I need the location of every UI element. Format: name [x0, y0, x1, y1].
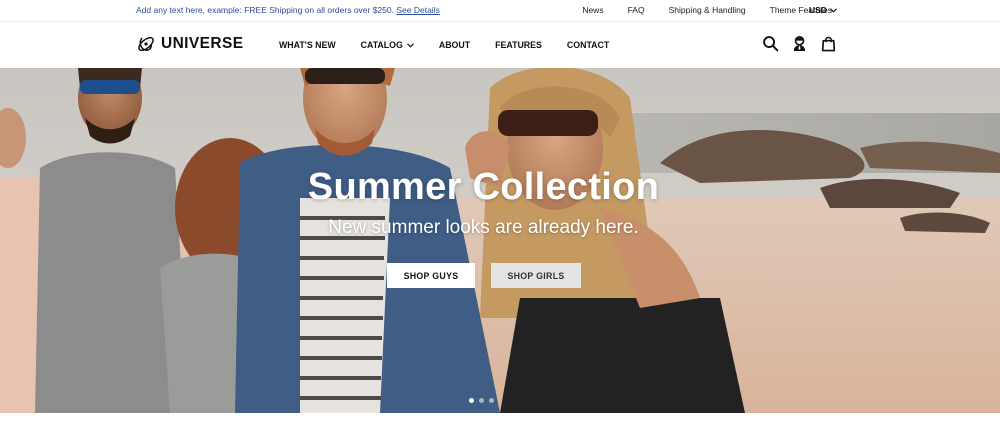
chevron-down-icon	[830, 7, 837, 13]
logo-text: UNIVERSE	[161, 35, 244, 52]
faq-link[interactable]: FAQ	[628, 5, 645, 15]
hero-title: Summer Collection	[307, 166, 660, 208]
shipping-handling-link[interactable]: Shipping & Handling	[669, 5, 746, 15]
shop-guys-button[interactable]: SHOP GUYS	[387, 263, 475, 288]
announcement-bar: Add any text here, example: FREE Shippin…	[0, 0, 1000, 22]
promo-message: Add any text here, example: FREE Shippin…	[136, 5, 440, 15]
hero-buttons: SHOP GUYS SHOP GIRLS	[387, 263, 581, 288]
currency-label: USD	[809, 5, 827, 15]
nav-catalog[interactable]: CATALOG	[361, 40, 414, 50]
chevron-down-icon	[406, 42, 414, 48]
slider-pagination	[469, 398, 494, 403]
promo-text: Add any text here, example: FREE Shippin…	[136, 5, 394, 15]
account-icon[interactable]	[791, 35, 808, 52]
news-link[interactable]: News	[582, 5, 603, 15]
hero-photo	[0, 68, 1000, 413]
nav-about-label: ABOUT	[438, 40, 471, 50]
main-nav: WHAT'S NEW CATALOG ABOUT FEATURES CONTAC…	[279, 40, 609, 50]
nav-contact-label: CONTACT	[566, 40, 610, 50]
hero-content: Summer Collection New summer looks are a…	[0, 166, 967, 239]
nav-contact[interactable]: CONTACT	[567, 40, 609, 50]
currency-selector[interactable]: USD	[809, 5, 837, 15]
nav-whats-new-label: WHAT'S NEW	[279, 40, 336, 50]
see-details-link[interactable]: See Details	[396, 5, 439, 15]
logo-mark-icon	[138, 36, 154, 52]
nav-features[interactable]: FEATURES	[495, 40, 542, 50]
slide-dot-2[interactable]	[479, 398, 484, 403]
header-icons	[762, 35, 837, 52]
shop-girls-button[interactable]: SHOP GIRLS	[491, 263, 581, 288]
slide-dot-1[interactable]	[469, 398, 474, 403]
search-icon[interactable]	[762, 35, 779, 52]
hero-subtitle: New summer looks are already here.	[328, 217, 639, 238]
site-header: UNIVERSE WHAT'S NEW CATALOG ABOUT FEATUR…	[0, 22, 1000, 68]
nav-whats-new[interactable]: WHAT'S NEW	[279, 40, 336, 50]
utility-links: News FAQ Shipping & Handling Theme Featu…	[582, 5, 832, 15]
slide-dot-3[interactable]	[489, 398, 494, 403]
logo[interactable]: UNIVERSE	[136, 34, 243, 54]
nav-catalog-label: CATALOG	[360, 40, 403, 50]
hero-banner[interactable]: Summer Collection New summer looks are a…	[0, 68, 1000, 413]
nav-features-label: FEATURES	[495, 40, 542, 50]
cart-icon[interactable]	[820, 35, 837, 52]
page-content-area	[0, 413, 1000, 430]
nav-about[interactable]: ABOUT	[439, 40, 470, 50]
